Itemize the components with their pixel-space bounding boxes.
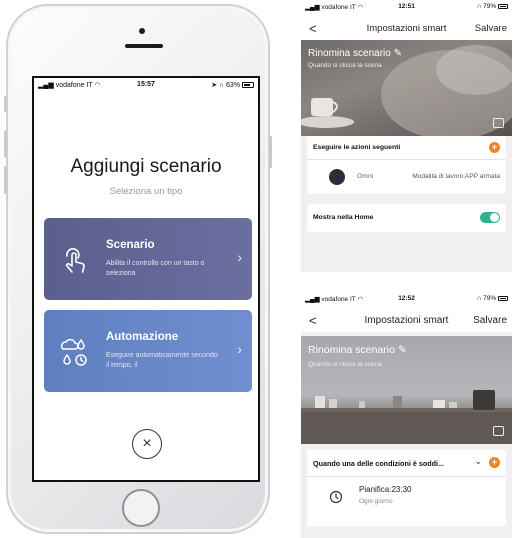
smart-settings-screen-top: ▂▄▆ vodafone IT ◠ 12:51 ∩ 79% < Impostaz… bbox=[301, 0, 512, 272]
status-right: ∩ 79% bbox=[477, 3, 508, 10]
phone-speaker bbox=[125, 44, 163, 48]
automation-card-title: Automazione bbox=[106, 331, 179, 343]
clock-icon bbox=[329, 490, 343, 504]
phone-screen: ▂▄▆ vodafone IT ◠ 15:57 ➤ ∩ 63% Aggiungi… bbox=[32, 76, 260, 482]
phone-volume-up bbox=[4, 130, 7, 158]
status-bar: ▂▄▆ vodafone IT ◠ 15:57 ➤ ∩ 63% bbox=[34, 78, 258, 92]
page-subtitle: Seleziona un tipo bbox=[109, 186, 183, 197]
battery-percent: 63% bbox=[226, 82, 241, 89]
show-home-toggle[interactable] bbox=[480, 212, 500, 223]
phone-power-button bbox=[269, 136, 272, 168]
scenario-card-title: Scenario bbox=[106, 239, 155, 251]
schedule-row[interactable]: Pianifica:23:30 Ogni giorno bbox=[307, 477, 506, 517]
conditions-panel: Quando una delle condizioni è soddi... ⌄… bbox=[307, 450, 506, 526]
actions-panel: Eseguire le azioni seguenti + Omni Modal… bbox=[307, 136, 506, 194]
headphones-icon: ∩ bbox=[219, 82, 225, 89]
close-button[interactable]: × bbox=[132, 429, 162, 459]
robot-vacuum-icon bbox=[329, 169, 345, 185]
banner-title-text: Rinomina scenario bbox=[308, 48, 391, 59]
banner-subtitle: Quando si clicca la scena bbox=[308, 361, 382, 368]
condition-header[interactable]: Quando una delle condizioni è soddi... bbox=[313, 459, 444, 468]
action-row[interactable]: Omni Modalità di lavoro:APP armata bbox=[307, 160, 506, 194]
image-icon[interactable] bbox=[493, 118, 504, 128]
pencil-icon[interactable]: ✎ bbox=[398, 344, 407, 356]
canvas: ▂▄▆ vodafone IT ◠ 15:57 ➤ ∩ 63% Aggiungi… bbox=[0, 0, 514, 538]
headphones-icon: ∩ bbox=[476, 3, 482, 10]
add-action-plus-icon[interactable]: + bbox=[489, 142, 500, 153]
automation-card-description: Eseguire automaticamente secondo il temp… bbox=[106, 352, 218, 369]
banner-title: Rinomina scenario ✎ bbox=[308, 48, 402, 59]
battery-percent: 79% bbox=[483, 295, 497, 302]
page-title: Aggiungi scenario bbox=[70, 156, 222, 177]
scene-banner[interactable]: Rinomina scenario ✎ Quando si clicca la … bbox=[301, 40, 512, 136]
phone-mute-switch bbox=[4, 96, 7, 112]
save-button[interactable]: Salvare bbox=[475, 23, 507, 34]
status-right: ➤ ∩ 63% bbox=[211, 81, 254, 89]
banner-title: Rinomina scenario ✎ bbox=[308, 344, 407, 356]
chevron-right-icon: › bbox=[237, 341, 242, 357]
status-bar: ▂▄▆ vodafone IT ◠ 12:51 ∩ 79% bbox=[301, 0, 512, 18]
smart-settings-screen-bottom: ▂▄▆ vodafone IT ◠ 12:52 ∩ 79% < Impostaz… bbox=[301, 292, 512, 538]
battery-icon bbox=[498, 4, 508, 9]
phone-volume-down bbox=[4, 166, 7, 194]
automation-card[interactable]: Automazione Eseguire automaticamente sec… bbox=[44, 310, 252, 392]
schedule-title: Pianifica:23:30 bbox=[359, 485, 412, 494]
phone-camera bbox=[139, 28, 145, 34]
location-icon: ➤ bbox=[211, 82, 218, 89]
action-device: Omni bbox=[357, 173, 374, 180]
banner-title-text: Rinomina scenario bbox=[308, 344, 395, 356]
scene-banner[interactable]: Rinomina scenario ✎ Quando si clicca la … bbox=[301, 336, 512, 444]
show-home-label: Mostra nella Home bbox=[313, 214, 374, 221]
chevron-right-icon: › bbox=[237, 249, 242, 265]
scenario-card[interactable]: Scenario Abilita il controllo con un tas… bbox=[44, 218, 252, 300]
schedule-subtitle: Ogni giorno bbox=[359, 498, 393, 505]
tap-hand-icon bbox=[65, 248, 85, 273]
banner-subtitle: Quando si clicca la scena bbox=[308, 62, 382, 69]
battery-icon bbox=[242, 82, 254, 88]
actions-header: Eseguire le azioni seguenti bbox=[313, 144, 401, 151]
add-condition-plus-icon[interactable]: + bbox=[489, 457, 500, 468]
nav-bar: < Impostazioni smart Salvare bbox=[301, 310, 512, 332]
save-button[interactable]: Salvare bbox=[473, 315, 507, 326]
pencil-icon[interactable]: ✎ bbox=[394, 48, 402, 59]
show-home-panel: Mostra nella Home bbox=[307, 204, 506, 232]
status-right: ∩ 79% bbox=[477, 295, 508, 302]
battery-percent: 79% bbox=[483, 3, 497, 10]
headphones-icon: ∩ bbox=[476, 295, 482, 302]
scenario-card-description: Abilita il controllo con un tasto o sele… bbox=[106, 260, 205, 277]
status-bar: ▂▄▆ vodafone IT ◠ 12:52 ∩ 79% bbox=[301, 292, 512, 310]
image-icon[interactable] bbox=[493, 426, 504, 436]
action-mode: Modalità di lavoro:APP armata bbox=[412, 173, 500, 180]
phone-home-button[interactable] bbox=[122, 489, 160, 527]
battery-icon bbox=[498, 296, 508, 301]
nav-bar: < Impostazioni smart Salvare bbox=[301, 18, 512, 40]
weather-clock-icon bbox=[60, 338, 87, 366]
phone-frame: ▂▄▆ vodafone IT ◠ 15:57 ➤ ∩ 63% Aggiungi… bbox=[4, 4, 272, 534]
chevron-down-icon[interactable]: ⌄ bbox=[474, 456, 482, 467]
